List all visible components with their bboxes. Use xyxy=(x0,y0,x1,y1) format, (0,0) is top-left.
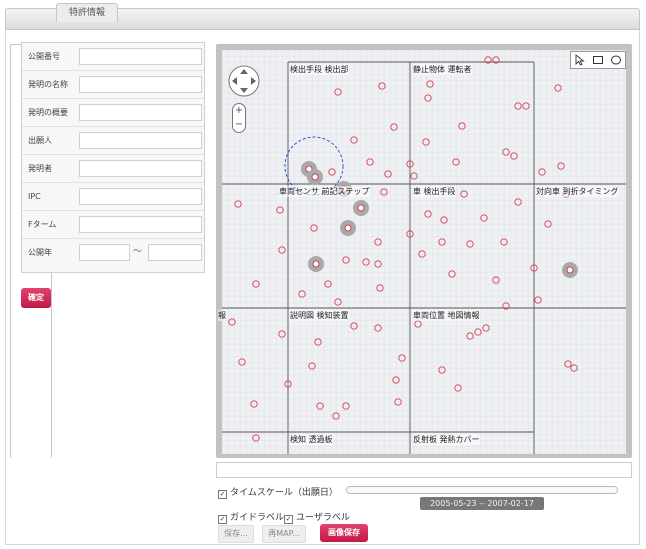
save-image-button[interactable]: 画像保存 xyxy=(320,524,368,542)
field-label: 公開番号 xyxy=(28,52,60,61)
status-bar xyxy=(216,462,632,478)
publication-number-input[interactable] xyxy=(79,48,202,65)
guide-label-option[interactable]: ✓ ガイドラベル xyxy=(218,510,285,524)
year-range-separator: 〜 xyxy=(133,247,143,257)
cell-label-4: 車 検出手段 xyxy=(413,186,456,197)
year-from-input[interactable] xyxy=(79,244,130,261)
field-label: 発明の概要 xyxy=(28,108,68,117)
user-label-text: ユーザラベル xyxy=(296,513,350,523)
cell-label-3: 車両センサ 前記ステップ xyxy=(279,186,370,197)
form-row-inventor: 発明者 xyxy=(22,155,204,183)
timescale-option[interactable]: ✓ タイムスケール（出願日） xyxy=(218,485,338,499)
ellipse-tool-icon[interactable] xyxy=(610,54,622,66)
cell-label-10: 反射板 発熱カバー xyxy=(413,434,480,445)
drawing-toolbox xyxy=(570,51,626,69)
applicant-input[interactable] xyxy=(79,132,202,149)
search-form: 公開番号 発明の名称 発明の概要 出願人 発明者 IPC Fターム 公開年 〜 xyxy=(21,42,205,273)
form-row-invention-title: 発明の名称 xyxy=(22,71,204,99)
cell-label-2: 静止物体 運転者 xyxy=(413,64,472,75)
pointer-tool-icon[interactable] xyxy=(574,54,586,66)
form-row-invention-summary: 発明の概要 xyxy=(22,99,204,127)
form-row-ipc: IPC xyxy=(22,183,204,211)
patent-map[interactable]: 検出手段 検出部 静止物体 運転者 車両センサ 前記ステップ 車 検出手段 対向… xyxy=(216,44,632,458)
form-row-publication-number: 公開番号 xyxy=(22,43,204,71)
cell-label-9: 検知 透過板 xyxy=(290,434,333,445)
cell-label-6: 報 xyxy=(218,310,226,321)
year-to-input[interactable] xyxy=(148,244,202,261)
field-label: 出願人 xyxy=(28,136,52,145)
user-label-checkbox[interactable]: ✓ xyxy=(284,515,293,524)
cell-label-7: 説明図 検知装置 xyxy=(290,310,349,321)
remap-button[interactable]: 再MAP... xyxy=(262,525,306,543)
zoom-out-icon[interactable]: − xyxy=(233,119,245,131)
user-label-option[interactable]: ✓ ユーザラベル xyxy=(284,510,350,524)
zoom-control: + − xyxy=(232,103,246,133)
field-label: 発明者 xyxy=(28,164,52,173)
cell-label-8: 車両位置 地図情報 xyxy=(413,310,480,321)
ipc-input[interactable] xyxy=(79,188,202,205)
timescale-slider[interactable] xyxy=(346,486,618,494)
timescale-label: タイムスケール（出願日） xyxy=(230,488,338,498)
inventor-input[interactable] xyxy=(79,160,202,177)
field-label: 発明の名称 xyxy=(28,80,68,89)
guide-label-text: ガイドラベル xyxy=(230,513,285,523)
invention-title-input[interactable] xyxy=(79,76,202,93)
date-range-label: 2005-05-23 -- 2007-02-17 xyxy=(420,497,544,510)
confirm-button[interactable]: 確定 xyxy=(21,288,51,308)
field-label: Fターム xyxy=(28,220,57,229)
cell-label-5: 対向車 到折タイミング xyxy=(536,186,619,197)
rectangle-tool-icon[interactable] xyxy=(592,54,604,66)
field-label: IPC xyxy=(28,192,41,201)
field-label: 公開年 xyxy=(28,248,52,257)
form-row-fterm: Fターム xyxy=(22,211,204,239)
pan-arrows-icon[interactable] xyxy=(227,64,261,98)
map-canvas xyxy=(222,50,626,454)
tab-patent-info[interactable]: 特許情報 xyxy=(56,3,118,22)
cell-label-1: 検出手段 検出部 xyxy=(290,64,349,75)
guide-label-checkbox[interactable]: ✓ xyxy=(218,515,227,524)
save-button[interactable]: 保存... xyxy=(218,525,254,543)
fterm-input[interactable] xyxy=(79,216,202,233)
timescale-checkbox[interactable]: ✓ xyxy=(218,490,227,499)
form-row-applicant: 出願人 xyxy=(22,127,204,155)
invention-summary-input[interactable] xyxy=(79,104,202,121)
form-row-publication-year: 公開年 〜 xyxy=(22,239,204,266)
zoom-in-icon[interactable]: + xyxy=(233,105,245,117)
